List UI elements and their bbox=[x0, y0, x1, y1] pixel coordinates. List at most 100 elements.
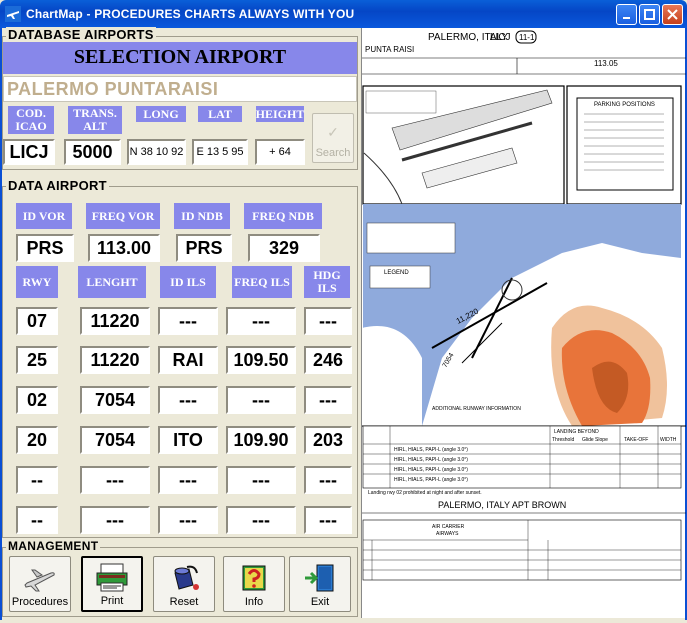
maximize-button[interactable] bbox=[639, 4, 660, 25]
id-ils-cell: --- bbox=[158, 466, 218, 494]
freq-ils-cell: --- bbox=[226, 307, 296, 335]
airport-name-input[interactable]: PALERMO PUNTARAISI bbox=[3, 76, 357, 102]
management-label: MANAGEMENT bbox=[6, 539, 101, 553]
reset-button[interactable]: Reset bbox=[153, 556, 215, 612]
exit-button[interactable]: Exit bbox=[289, 556, 351, 612]
airplane-icon bbox=[24, 569, 55, 592]
trans-alt-label: TRANS. ALT bbox=[68, 106, 122, 134]
hdg-ils-cell: --- bbox=[304, 506, 352, 534]
threshold-column: Threshold bbox=[552, 437, 574, 443]
length-cell: --- bbox=[80, 466, 150, 494]
runway-info-title: ADDITIONAL RUNWAY INFORMATION bbox=[432, 406, 521, 412]
icao-value: LICJ bbox=[3, 139, 55, 165]
runway-info-row: HIRL, HIALS, PAPI-L (angle 3.0°) bbox=[394, 467, 468, 473]
freq-ils-cell: 109.90 bbox=[226, 426, 296, 454]
height-value: + 64 bbox=[255, 139, 305, 165]
alt-table-subtitle: AIRWAYS bbox=[436, 531, 459, 537]
chart-bottom-title: PALERMO, ITALY APT BROWN bbox=[438, 500, 566, 510]
alt-table-title: AIR CARRIER bbox=[432, 524, 465, 530]
maximize-icon bbox=[644, 9, 655, 20]
freq-ils-cell: 109.50 bbox=[226, 346, 296, 374]
length-cell: 11220 bbox=[80, 307, 150, 335]
reset-button-label: Reset bbox=[169, 596, 199, 608]
lat-value: E 13 5 95 bbox=[192, 139, 248, 165]
airport-chart: PALERMO, ITALY LICJ 11-1 PUNTA RAISI 113… bbox=[362, 30, 686, 581]
long-value: N 38 10 92 bbox=[127, 139, 186, 165]
rwy-cell: 07 bbox=[16, 307, 58, 335]
procedures-button[interactable]: Procedures bbox=[9, 556, 71, 612]
length-cell: 11220 bbox=[80, 346, 150, 374]
id-ndb-value: PRS bbox=[176, 234, 232, 262]
rwy-cell: -- bbox=[16, 466, 58, 494]
hdg-ils-cell: --- bbox=[304, 307, 352, 335]
close-button[interactable] bbox=[662, 4, 683, 25]
freq-vor-label: FREQ VOR bbox=[86, 203, 160, 229]
rwy-cell: 25 bbox=[16, 346, 58, 374]
chart-airport-name: PUNTA RAISI bbox=[365, 45, 414, 54]
freq-ndb-value: 329 bbox=[248, 234, 320, 262]
trans-alt-value: 5000 bbox=[64, 139, 121, 165]
title-bar: ChartMap - PROCEDURES CHARTS ALWAYS WITH… bbox=[0, 0, 687, 28]
long-label: LONG bbox=[136, 106, 186, 122]
checkmark-icon: ✓ bbox=[327, 124, 339, 140]
rwy-cell: -- bbox=[16, 506, 58, 534]
id-ndb-label: ID NDB bbox=[174, 203, 230, 229]
hdg-ils-cell: 203 bbox=[304, 426, 352, 454]
id-ils-cell: ITO bbox=[158, 426, 218, 454]
landing-beyond-header: LANDING BEYOND bbox=[554, 429, 599, 435]
id-ils-header: ID ILS bbox=[160, 266, 216, 298]
id-ils-cell: RAI bbox=[158, 346, 218, 374]
length-header: LENGHT bbox=[78, 266, 146, 298]
freq-ils-cell: --- bbox=[226, 386, 296, 414]
id-vor-label: ID VOR bbox=[16, 203, 72, 229]
paint-bucket-icon bbox=[174, 565, 199, 590]
help-book-icon bbox=[242, 565, 266, 591]
runway-info-row: HIRL, HIALS, PAPI-L (angle 3.0°) bbox=[394, 477, 468, 483]
minimize-button[interactable] bbox=[616, 4, 637, 25]
parking-title: PARKING POSITIONS bbox=[594, 102, 655, 108]
exit-door-icon bbox=[305, 564, 334, 592]
hdg-ils-header: HDG ILS bbox=[304, 266, 350, 298]
length-cell: 7054 bbox=[80, 386, 150, 414]
icao-label: COD. ICAO bbox=[8, 106, 54, 134]
freq-ils-header: FREQ ILS bbox=[232, 266, 292, 298]
glide-slope-column: Glide Slope bbox=[582, 437, 608, 443]
search-button-label: Search bbox=[315, 147, 351, 159]
procedures-button-label: Procedures bbox=[11, 596, 69, 608]
printer-icon bbox=[96, 563, 128, 592]
info-button-label: Info bbox=[244, 596, 264, 608]
selection-airport-header: SELECTION AIRPORT bbox=[3, 42, 357, 74]
height-label: HEIGHT bbox=[255, 106, 305, 122]
freq-vor-value: 113.00 bbox=[88, 234, 160, 262]
rwy-cell: 20 bbox=[16, 426, 58, 454]
print-button-label: Print bbox=[100, 595, 124, 607]
minimize-icon bbox=[622, 16, 630, 19]
rwy-header: RWY bbox=[16, 266, 58, 298]
search-button[interactable]: ✓ Search bbox=[312, 113, 354, 163]
id-vor-value: PRS bbox=[16, 234, 74, 262]
info-button[interactable]: Info bbox=[223, 556, 285, 612]
data-airport-label: DATA AIRPORT bbox=[6, 178, 109, 193]
hdg-ils-cell: --- bbox=[304, 386, 352, 414]
print-button[interactable]: Print bbox=[81, 556, 143, 612]
caution-note: Landing rwy 02 prohibited at night and a… bbox=[368, 490, 482, 496]
hdg-ils-cell: 246 bbox=[304, 346, 352, 374]
chart-header-page: 11-1 bbox=[519, 33, 535, 42]
width-column: WIDTH bbox=[660, 437, 677, 443]
window-title: ChartMap - PROCEDURES CHARTS ALWAYS WITH… bbox=[26, 7, 355, 21]
runway-info-row: HIRL, HIALS, PAPI-L (angle 3.0°) bbox=[394, 447, 468, 453]
runway-info-row: HIRL, HIALS, PAPI-L (angle 3.0°) bbox=[394, 457, 468, 463]
app-airplane-icon bbox=[5, 6, 21, 22]
close-icon bbox=[667, 9, 678, 20]
freq-ils-cell: --- bbox=[226, 466, 296, 494]
length-cell: --- bbox=[80, 506, 150, 534]
chart-legend: LEGEND bbox=[384, 270, 409, 276]
hdg-ils-cell: --- bbox=[304, 466, 352, 494]
airport-chart-panel: PALERMO, ITALY LICJ 11-1 PUNTA RAISI 113… bbox=[361, 28, 686, 618]
takeoff-column: TAKE-OFF bbox=[624, 437, 648, 443]
length-cell: 7054 bbox=[80, 426, 150, 454]
id-ils-cell: --- bbox=[158, 506, 218, 534]
chart-header-icao: LICJ bbox=[490, 32, 511, 43]
exit-button-label: Exit bbox=[310, 596, 330, 608]
id-ils-cell: --- bbox=[158, 386, 218, 414]
